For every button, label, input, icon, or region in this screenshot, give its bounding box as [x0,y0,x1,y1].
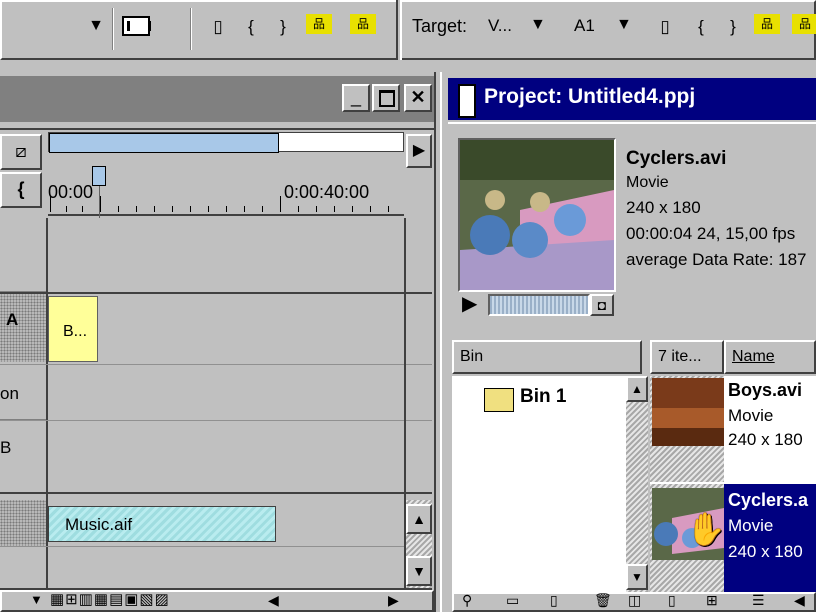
timecode-start: 00:00 [48,182,94,202]
new-item-icon[interactable]: ▯ [550,592,558,609]
preview-poster-frame-button[interactable]: ◘ [590,294,614,316]
track-header-audio-2[interactable] [0,548,46,588]
project-window-icon [458,84,476,118]
audio-target-value: A1 [574,16,595,35]
track-header-video-2[interactable] [0,218,46,292]
project-title-bar: Project: Untitled4.ppj [448,78,816,120]
film-strip-icon[interactable] [122,16,151,36]
video-clip[interactable]: B... [48,296,98,362]
chevron-down-icon: ▼ [616,16,632,33]
scroll-up-button[interactable]: ▲ [406,504,432,534]
list-view-icon[interactable]: ⊞ [706,592,718,609]
track-label-a: A [6,310,19,329]
brace-left-icon[interactable]: { [240,16,262,38]
track-options-dropdown-icon[interactable]: ▼ [30,592,43,607]
audio-clip-label: Music.aif [65,515,133,534]
work-area-bar[interactable] [48,132,404,153]
preview-clip-name: Cyclers.avi [626,148,727,169]
divider [112,8,114,50]
list-item[interactable]: Boys.avi Movie 240 x 180 [650,376,816,482]
track-divider [0,364,432,365]
track-label-b: B [0,438,12,457]
brace-right-icon[interactable]: } [272,16,294,38]
maximize-button[interactable] [372,84,400,112]
zoom-left-icon[interactable]: ◀ [268,592,279,609]
thumbnail-view-icon[interactable]: ▯ [668,592,676,609]
track-header-video-a[interactable]: A [0,292,46,362]
track-divider [0,492,432,494]
extract-icon[interactable]: 品 [792,14,816,34]
track-divider [0,292,432,294]
toolbar-icons[interactable]: ▦⊞▥▦▤▣▧▨ [50,590,290,612]
preview-scrub-bar[interactable] [488,294,590,316]
lift-icon[interactable]: 品 [306,14,332,34]
chevron-down-icon: ▼ [530,16,546,33]
track-divider [0,420,432,421]
list-item-name: Cyclers.a [728,490,809,510]
dropdown-arrow-icon[interactable]: ▼ [86,14,106,38]
items-column-header[interactable]: 7 ite... [650,340,724,374]
preview-image [460,140,614,290]
mark-in-tool-icon[interactable]: ▯ [207,16,229,38]
edge-tool-button[interactable]: { [0,172,42,208]
track-divider [0,546,432,547]
track-header-audio-1[interactable] [0,500,46,546]
new-bin-icon[interactable]: ▭ [506,592,519,609]
zoom-right-icon[interactable]: ▶ [388,592,399,609]
razor-tool-button[interactable]: ⧄ [0,134,42,170]
track-header-transition[interactable]: on [0,364,46,420]
brace-left-icon[interactable]: { [690,16,712,38]
track-header-video-b[interactable]: B [0,420,46,492]
video-clip-label: B... [63,323,88,340]
audio-target-select[interactable]: A1 ▼ [566,12,640,42]
icon-view-icon[interactable]: ◫ [628,592,641,609]
bin-list-scrollbar[interactable] [626,376,648,592]
project-title: Project: Untitled4.ppj [484,85,696,108]
bin-item-label: Bin 1 [520,386,567,407]
scroll-left-icon[interactable]: ◀ [794,592,805,609]
list-item-type: Movie [728,516,774,535]
list-item-dimensions: 240 x 180 [728,542,803,561]
list-item-selected[interactable]: ✋ Cyclers.a Movie 240 x 180 [650,484,816,592]
preview-clip-type: Movie [626,174,669,191]
preview-clip-data-rate: average Data Rate: 187 [626,250,807,269]
scroll-right-button[interactable]: ▶ [406,134,432,168]
clip-thumbnail [652,378,724,446]
list-item-dimensions: 240 x 180 [728,430,803,449]
trash-icon[interactable]: 🗑 [594,592,612,609]
mark-in-tool-icon[interactable]: ▯ [654,16,676,38]
bin-scroll-up-button[interactable]: ▲ [626,376,648,402]
video-target-value: V... [488,16,512,35]
hand-cursor-icon: ✋ [686,511,726,547]
track-label-on: on [0,384,19,403]
target-label: Target: [412,16,468,36]
audio-clip[interactable]: Music.aif [48,506,276,542]
minimize-button[interactable]: _ [342,84,370,112]
brace-right-icon[interactable]: } [722,16,744,38]
bin-scroll-down-button[interactable]: ▼ [626,564,648,590]
preview-thumbnail[interactable] [458,138,616,292]
timecode-mark: 0:00:40:00 [284,182,370,202]
extract-icon[interactable]: 品 [350,14,376,34]
divider [190,8,192,50]
lift-icon[interactable]: 品 [754,14,780,34]
bin-item[interactable]: Bin 1 [480,384,600,414]
preview-play-button[interactable]: ▶ [462,292,486,316]
close-button[interactable]: ✕ [404,84,432,112]
details-view-icon[interactable]: ☰ [752,592,765,609]
scroll-down-button[interactable]: ▼ [406,556,432,586]
name-column-header[interactable]: Name [724,340,816,374]
video-target-select[interactable]: V... ▼ [480,12,556,42]
list-item-type: Movie [728,406,774,425]
work-area-range[interactable] [49,133,279,153]
folder-icon [484,388,514,412]
playhead[interactable] [92,166,106,186]
find-icon[interactable]: ⚲ [462,592,472,609]
list-item-name: Boys.avi [728,380,803,400]
preview-clip-dimensions: 240 x 180 [626,198,701,217]
bin-column-header[interactable]: Bin [452,340,642,374]
divider [396,0,402,60]
preview-clip-duration: 00:00:04 24, 15,00 fps [626,224,796,243]
